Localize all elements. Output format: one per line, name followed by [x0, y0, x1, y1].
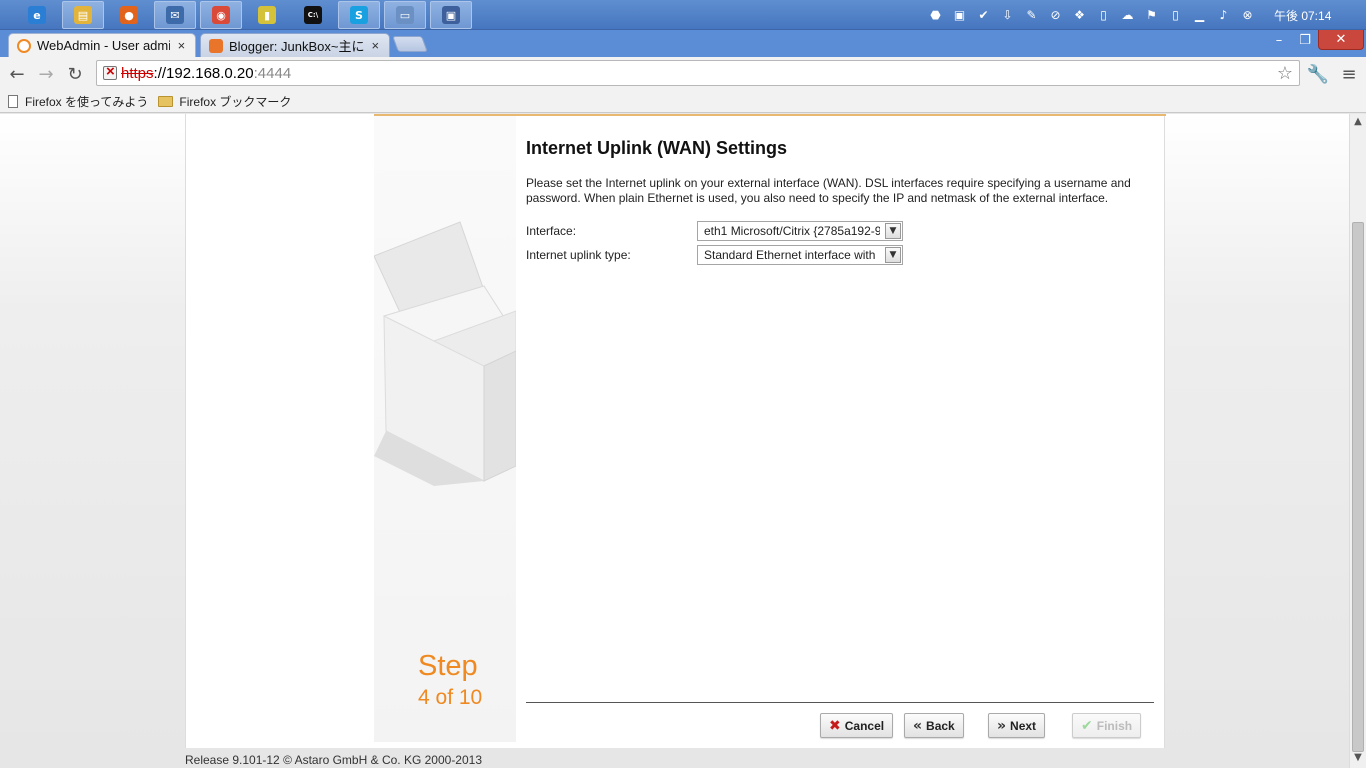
cancel-button[interactable]: ✖ Cancel — [820, 713, 894, 738]
taskbar-app-button[interactable]: S — [338, 1, 380, 29]
system-tray: ⬣ ▣ ✔ ⇩ ✎ ⊘ ❖ ▯ ☁ ⚑ ▯ ▁ ♪ ⊗ — [926, 5, 1257, 25]
file-explorer-icon: ▤ — [74, 6, 92, 24]
page-viewport: Step 4 of 10 Internet Uplink (WAN) Setti… — [0, 114, 1349, 768]
bookmarks-bar: Firefox を使ってみよう Firefox ブックマーク — [0, 90, 1366, 113]
cmd-icon: C:\ — [304, 6, 322, 24]
tab-close-icon[interactable]: × — [176, 38, 187, 53]
windows-taskbar: e ▤ ● ✉ ◉ ▮ C:\ S ▭ ▣ ⬣ ▣ ✔ ⇩ ✎ ⊘ ❖ ▯ ☁ ⚑ ▯ ▁ ♪ ⊗ 午後 07:14 — [0, 0, 1366, 30]
double-chevron-left-icon: « — [913, 717, 923, 734]
wrench-menu-icon[interactable]: 🔧 — [1306, 62, 1330, 86]
forward-arrow-icon[interactable]: → — [34, 62, 58, 86]
thunderbird-icon: ✉ — [166, 6, 184, 24]
ie-icon: e — [28, 6, 46, 24]
minimize-window-icon[interactable]: – — [1268, 30, 1290, 50]
tray-icon[interactable]: ▯ — [1166, 5, 1185, 24]
taskbar-app-button[interactable]: ▭ — [384, 1, 426, 29]
taskbar-app-button[interactable]: ▤ — [62, 1, 104, 29]
tray-icon[interactable]: ▣ — [950, 5, 969, 24]
scroll-down-icon[interactable]: ▼ — [1350, 752, 1366, 766]
taskbar-app-button[interactable]: e — [16, 1, 58, 29]
astaro-favicon-icon — [17, 38, 31, 53]
taskbar-app-button[interactable]: ▣ — [430, 1, 472, 29]
tray-icon[interactable]: ✎ — [1022, 5, 1041, 24]
scroll-up-icon[interactable]: ▲ — [1350, 116, 1366, 130]
taskbar-app-button[interactable]: ◉ — [200, 1, 242, 29]
new-tab-button[interactable] — [392, 36, 428, 52]
cancel-x-icon: ✖ — [829, 717, 841, 734]
chrome-icon: ◉ — [212, 6, 230, 24]
checkmark-icon: ✔ — [1081, 717, 1093, 734]
folder-icon — [158, 95, 174, 107]
page-title: Internet Uplink (WAN) Settings — [526, 138, 787, 158]
scroll-thumb[interactable] — [1352, 222, 1364, 752]
chrome-menu-icon[interactable]: ≡ — [1337, 62, 1361, 86]
step-counter: 4 of 10 — [418, 686, 483, 709]
taskbar-app-button[interactable]: ● — [108, 1, 150, 29]
button-divider — [526, 702, 1154, 703]
tray-icon[interactable]: ⚑ — [1142, 5, 1161, 24]
box-illustration-icon — [374, 221, 516, 486]
page-icon — [8, 94, 18, 108]
taskbar-app-button[interactable]: ✉ — [154, 1, 196, 29]
skype-icon: S — [350, 6, 368, 24]
browser-toolbar: ← → ↻ https://192.168.0.20:4444 ☆ 🔧 ≡ — [0, 57, 1366, 90]
interface-select[interactable]: eth1 Microsoft/Citrix {2785a192-9 ▼ — [697, 221, 903, 241]
wizard-container: Step 4 of 10 Internet Uplink (WAN) Setti… — [185, 114, 1166, 748]
taskbar-app-button[interactable]: ▮ — [246, 1, 288, 29]
wizard-panel: Step 4 of 10 Internet Uplink (WAN) Setti… — [374, 114, 1166, 742]
network-app-icon: ▣ — [442, 6, 460, 24]
close-window-icon[interactable]: ✕ — [1318, 30, 1364, 50]
reload-icon[interactable]: ↻ — [63, 62, 87, 86]
next-button[interactable]: » Next — [988, 713, 1046, 738]
tab-blogger[interactable]: Blogger: JunkBox~主に × — [200, 33, 390, 57]
uplink-type-label: Internet uplink type: — [526, 248, 631, 262]
tray-icon[interactable]: ▯ — [1094, 5, 1113, 24]
taskbar-clock[interactable]: 午後 07:14 — [1274, 7, 1331, 24]
back-arrow-icon[interactable]: ← — [5, 62, 29, 86]
finish-button[interactable]: ✔ Finish — [1072, 713, 1142, 738]
notes-icon: ▮ — [258, 6, 276, 24]
interface-label: Interface: — [526, 224, 577, 238]
chevron-down-icon: ▼ — [885, 247, 901, 263]
tray-icon[interactable]: ❖ — [1070, 5, 1089, 24]
release-footer: Release 9.101-12 © Astaro GmbH & Co. KG … — [185, 753, 483, 767]
tray-icon[interactable]: ♪ — [1214, 5, 1233, 24]
url-text: https://192.168.0.20:4444 — [121, 64, 292, 82]
broken-lock-icon[interactable] — [103, 63, 117, 80]
tray-icon[interactable]: ▁ — [1190, 5, 1209, 24]
taskbar-app-button[interactable]: C:\ — [292, 1, 334, 29]
tray-icon[interactable]: ⊘ — [1046, 5, 1065, 24]
firefox-icon: ● — [120, 6, 138, 24]
double-chevron-right-icon: » — [997, 717, 1007, 734]
bookmark-star-icon[interactable]: ☆ — [1277, 63, 1293, 84]
tray-icon[interactable]: ☁ — [1118, 5, 1137, 24]
step-label: Step — [418, 650, 478, 682]
wizard-description: Please set the Internet uplink on your e… — [526, 176, 1131, 205]
page-scrollbar[interactable]: ▲ ▼ — [1349, 114, 1366, 768]
browser-tab-strip: WebAdmin - User admi × Blogger: JunkBox~… — [0, 30, 1366, 57]
tab-title: WebAdmin - User admi — [37, 38, 170, 53]
tab-title: Blogger: JunkBox~主に — [229, 39, 364, 54]
tray-icon[interactable]: ⬣ — [926, 5, 945, 24]
tab-close-icon[interactable]: × — [370, 38, 381, 53]
tray-icon[interactable]: ✔ — [974, 5, 993, 24]
wizard-content: Internet Uplink (WAN) Settings Please se… — [526, 116, 1156, 742]
back-button[interactable]: « Back — [904, 713, 964, 738]
address-bar[interactable]: https://192.168.0.20:4444 ☆ — [96, 60, 1300, 86]
wizard-sidebar: Step 4 of 10 — [374, 116, 516, 742]
tab-webadmin[interactable]: WebAdmin - User admi × — [8, 33, 196, 57]
bookmark-folder-firefox[interactable]: Firefox ブックマーク — [158, 93, 291, 110]
uplink-type-select[interactable]: Standard Ethernet interface with ▼ — [697, 245, 903, 265]
tray-icon[interactable]: ⇩ — [998, 5, 1017, 24]
restore-window-icon[interactable]: ❐ — [1294, 30, 1316, 50]
bookmark-firefox-start[interactable]: Firefox を使ってみよう — [8, 93, 148, 110]
blogger-favicon-icon — [209, 38, 223, 53]
chevron-down-icon: ▼ — [885, 223, 901, 239]
tray-icon[interactable]: ⊗ — [1238, 5, 1257, 24]
remote-desktop-icon: ▭ — [396, 6, 414, 24]
